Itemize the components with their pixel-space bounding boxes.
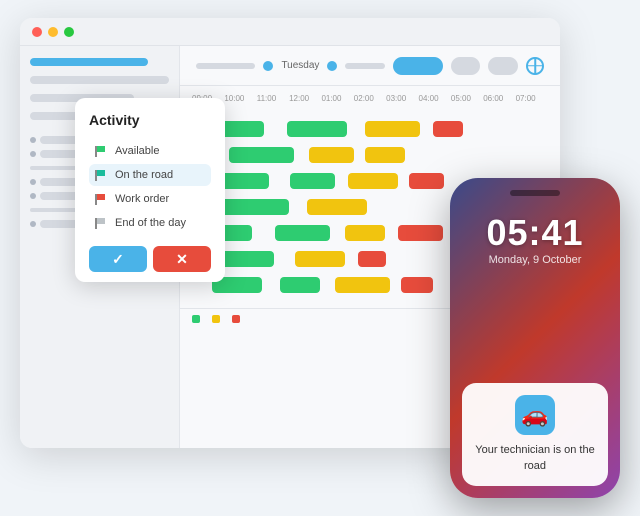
time-label-1000: 10:00 (224, 94, 256, 103)
modal-title: Activity (89, 112, 211, 128)
modal-item-road-label: On the road (115, 169, 173, 181)
time-label-0500: 05:00 (451, 94, 483, 103)
sidebar-dot (30, 137, 36, 143)
gantt-bar[interactable] (229, 147, 294, 163)
gantt-bar[interactable] (345, 225, 385, 241)
nav-next-button[interactable] (327, 61, 337, 71)
toolbar-line-1 (196, 63, 255, 69)
gantt-bar[interactable] (287, 121, 347, 137)
notification-icon: 🚗 (515, 395, 555, 435)
view-toggle-active[interactable] (393, 57, 443, 75)
toolbar-line-2 (345, 63, 385, 69)
gantt-bar[interactable] (398, 225, 443, 241)
time-label-0600: 06:00 (483, 94, 515, 103)
modal-actions: ✓ ✕ (89, 246, 211, 272)
gantt-bar[interactable] (275, 225, 330, 241)
modal-item-available[interactable]: Available (89, 140, 211, 162)
gantt-row-1 (192, 118, 548, 140)
time-axis: 09:00 10:00 11:00 12:00 01:00 02:00 03:0… (180, 86, 560, 110)
gantt-bar[interactable] (365, 121, 420, 137)
gantt-bar[interactable] (280, 277, 320, 293)
phone-date: Monday, 9 October (462, 254, 608, 266)
time-label-0100: 01:00 (321, 94, 353, 103)
close-button[interactable] (32, 27, 42, 37)
gantt-bar[interactable] (358, 251, 386, 267)
sidebar-line-1 (30, 76, 169, 84)
legend-workorder-dot (212, 315, 220, 323)
flag-workorder-icon (95, 193, 107, 205)
flag-available-icon (95, 145, 107, 157)
gantt-bar[interactable] (433, 121, 463, 137)
gantt-row-2 (192, 144, 548, 166)
flag-endofday-icon (95, 217, 107, 229)
modal-item-end-of-day[interactable]: End of the day (89, 212, 211, 234)
sidebar-dot (30, 193, 36, 199)
maximize-button[interactable] (64, 27, 74, 37)
modal-item-endofday-label: End of the day (115, 217, 186, 229)
view-toggle-2[interactable] (488, 57, 518, 75)
confirm-button[interactable]: ✓ (89, 246, 147, 272)
gantt-bar[interactable] (307, 199, 367, 215)
minimize-button[interactable] (48, 27, 58, 37)
phone-time: 05:41 (462, 212, 608, 254)
view-toggle-1[interactable] (451, 57, 481, 75)
time-label-0200: 02:00 (354, 94, 386, 103)
time-label-1200: 12:00 (289, 94, 321, 103)
phone-notch (510, 190, 560, 196)
modal-item-work-order[interactable]: Work order (89, 188, 211, 210)
sidebar-dot (30, 179, 36, 185)
phone-mockup: 05:41 Monday, 9 October 🚗 Your technicia… (450, 178, 620, 498)
time-label-0700: 07:00 (516, 94, 548, 103)
flag-road-icon (95, 169, 107, 181)
gantt-bar[interactable] (290, 173, 335, 189)
gantt-bar[interactable] (219, 199, 289, 215)
nav-prev-button[interactable] (263, 61, 273, 71)
activity-modal: Activity Available On the road Work orde… (75, 98, 225, 282)
notification-text: Your technician is on the road (474, 443, 596, 474)
cancel-button[interactable]: ✕ (153, 246, 211, 272)
legend-endofday-dot (232, 315, 240, 323)
gantt-bar[interactable] (295, 251, 345, 267)
time-label-1100: 11:00 (257, 94, 289, 103)
scene: Tuesday 09:00 10:00 11:00 12:00 01:00 02… (20, 18, 620, 498)
sidebar-dot (30, 221, 36, 227)
globe-icon[interactable] (526, 57, 544, 75)
gantt-bar[interactable] (401, 277, 433, 293)
modal-item-on-the-road[interactable]: On the road (89, 164, 211, 186)
gantt-bar[interactable] (409, 173, 444, 189)
gantt-bar[interactable] (348, 173, 398, 189)
car-icon: 🚗 (521, 402, 548, 428)
top-toolbar: Tuesday (180, 46, 560, 86)
gantt-bar[interactable] (335, 277, 390, 293)
time-label-0400: 04:00 (419, 94, 451, 103)
time-label-0300: 03:00 (386, 94, 418, 103)
window-titlebar (20, 18, 560, 46)
phone-notification: 🚗 Your technician is on the road (462, 383, 608, 486)
gantt-bar[interactable] (309, 147, 354, 163)
gantt-bar[interactable] (365, 147, 405, 163)
sidebar-accent-line (30, 58, 148, 66)
legend-available-dot (192, 315, 200, 323)
modal-item-available-label: Available (115, 145, 159, 157)
day-label: Tuesday (281, 60, 319, 71)
modal-item-workorder-label: Work order (115, 193, 169, 205)
sidebar-dot (30, 151, 36, 157)
